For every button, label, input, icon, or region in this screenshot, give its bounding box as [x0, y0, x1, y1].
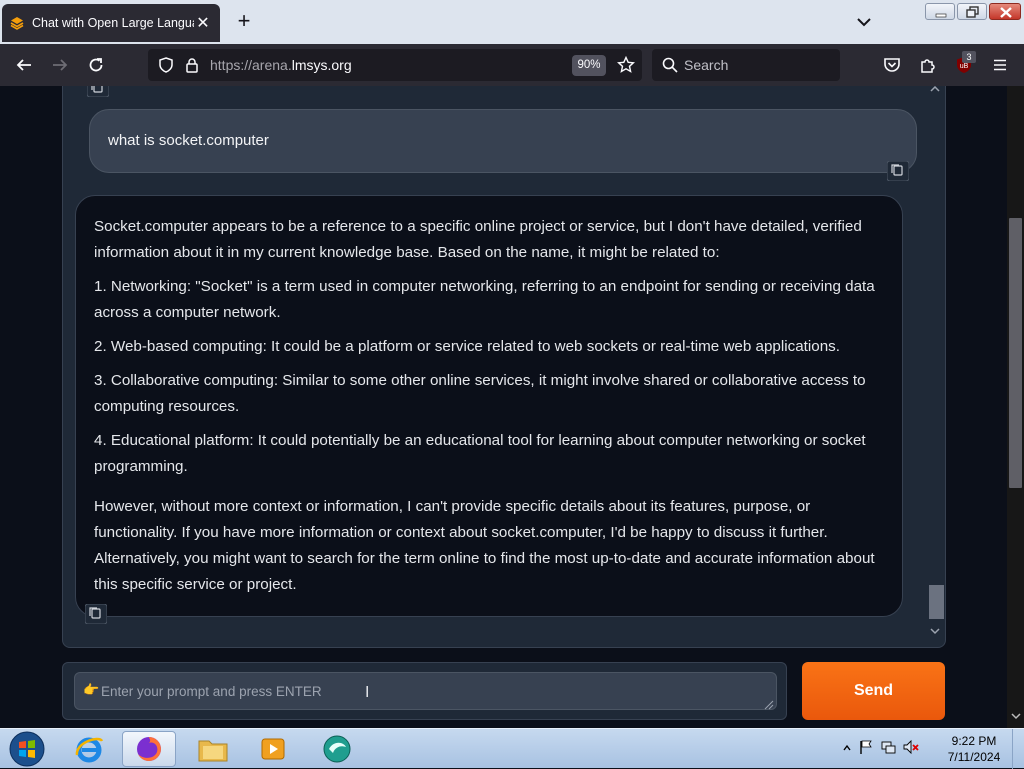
web-page: what is socket.computer Socket.computer …: [0, 86, 1024, 728]
send-button[interactable]: Send: [802, 662, 945, 720]
browser-tab-bar: Chat with Open Large Languag ✕ +: [0, 0, 1024, 44]
tab-close-icon[interactable]: ✕: [194, 13, 212, 33]
action-center-flag-icon[interactable]: [858, 739, 874, 760]
bot-paragraph-intro: Socket.computer appears to be a referenc…: [94, 218, 862, 261]
chat-history-panel[interactable]: what is socket.computer Socket.computer …: [62, 86, 946, 648]
firefox-taskbar-icon[interactable]: [122, 731, 176, 767]
media-player-icon[interactable]: [246, 731, 300, 767]
lock-icon[interactable]: [180, 53, 204, 77]
window-restore-button[interactable]: [957, 3, 987, 20]
prompt-input[interactable]: [75, 673, 776, 709]
bot-paragraph-item-4: 4. Educational platform: It could potent…: [94, 432, 866, 475]
extensions-puzzle-icon[interactable]: [916, 53, 940, 77]
bot-message-bubble: Socket.computer appears to be a referenc…: [75, 195, 903, 617]
search-placeholder: Search: [684, 57, 729, 73]
volume-muted-icon[interactable]: [902, 739, 920, 760]
resize-grip-icon[interactable]: [764, 697, 774, 710]
user-message-bubble: what is socket.computer: [89, 109, 917, 173]
tab-title: Chat with Open Large Languag: [32, 16, 194, 30]
search-icon: [658, 53, 682, 77]
show-desktop-button[interactable]: [1012, 729, 1024, 769]
window-close-button[interactable]: [989, 3, 1021, 20]
prompt-box[interactable]: 👉 I: [74, 672, 777, 710]
text-cursor-ibeam-icon: I: [365, 684, 370, 701]
forward-icon[interactable]: [48, 53, 72, 77]
site-favicon-icon: [10, 16, 24, 30]
system-tray: [842, 731, 920, 767]
previous-copy-icon[interactable]: [86, 86, 110, 98]
prompt-panel: 👉 I: [62, 662, 787, 720]
windows-taskbar: 9:22 PM 7/11/2024: [0, 728, 1024, 769]
bot-paragraph-conclusion: However, without more context or informa…: [94, 498, 875, 593]
url-text[interactable]: https://arena.lmsys.org: [210, 57, 352, 73]
search-bar[interactable]: Search: [652, 49, 840, 81]
chat-scroll-down-arrow-icon[interactable]: [929, 625, 941, 637]
back-icon[interactable]: [12, 53, 36, 77]
tracking-protection-shield-icon[interactable]: [154, 53, 178, 77]
taskbar-clock[interactable]: 9:22 PM 7/11/2024: [940, 733, 1008, 765]
browser-nav-bar: https://arena.lmsys.org 90% Search uB 3: [0, 44, 1024, 86]
page-scroll-down-arrow-icon[interactable]: [1008, 710, 1023, 724]
list-all-tabs-icon[interactable]: [852, 10, 876, 34]
bot-paragraph-item-3: 3. Collaborative computing: Similar to s…: [94, 372, 866, 415]
app-menu-hamburger-icon[interactable]: [988, 53, 1012, 77]
bot-copy-icon[interactable]: [84, 603, 108, 625]
extension-count-badge: 3: [962, 51, 976, 63]
bookmark-star-icon[interactable]: [614, 53, 638, 77]
chat-scroll-up-arrow-icon[interactable]: [929, 86, 941, 95]
user-message-text: what is socket.computer: [108, 132, 269, 149]
user-copy-icon[interactable]: [886, 160, 910, 182]
new-tab-icon[interactable]: +: [232, 10, 256, 34]
browser-tab[interactable]: Chat with Open Large Languag ✕: [2, 4, 220, 42]
file-explorer-icon[interactable]: [186, 731, 240, 767]
clock-date: 7/11/2024: [947, 750, 1001, 764]
app-teal-circle-icon[interactable]: [310, 731, 364, 767]
window-minimize-button[interactable]: [925, 3, 955, 20]
network-icon[interactable]: [880, 739, 896, 760]
chat-scrollbar-thumb[interactable]: [929, 585, 944, 619]
page-scrollbar-thumb[interactable]: [1009, 218, 1022, 488]
reload-icon[interactable]: [84, 53, 108, 77]
url-bar[interactable]: https://arena.lmsys.org 90%: [148, 49, 642, 81]
bot-paragraph-item-2: 2. Web-based computing: It could be a pl…: [94, 338, 840, 355]
internet-explorer-icon[interactable]: [62, 731, 116, 767]
svg-text:uB: uB: [960, 63, 969, 70]
pocket-icon[interactable]: [880, 53, 904, 77]
show-hidden-icons-arrow-icon[interactable]: [842, 740, 852, 758]
zoom-level-badge[interactable]: 90%: [572, 55, 606, 76]
bot-paragraph-item-1: 1. Networking: "Socket" is a term used i…: [94, 278, 875, 321]
start-button[interactable]: [0, 731, 54, 767]
clock-time: 9:22 PM: [951, 734, 997, 748]
